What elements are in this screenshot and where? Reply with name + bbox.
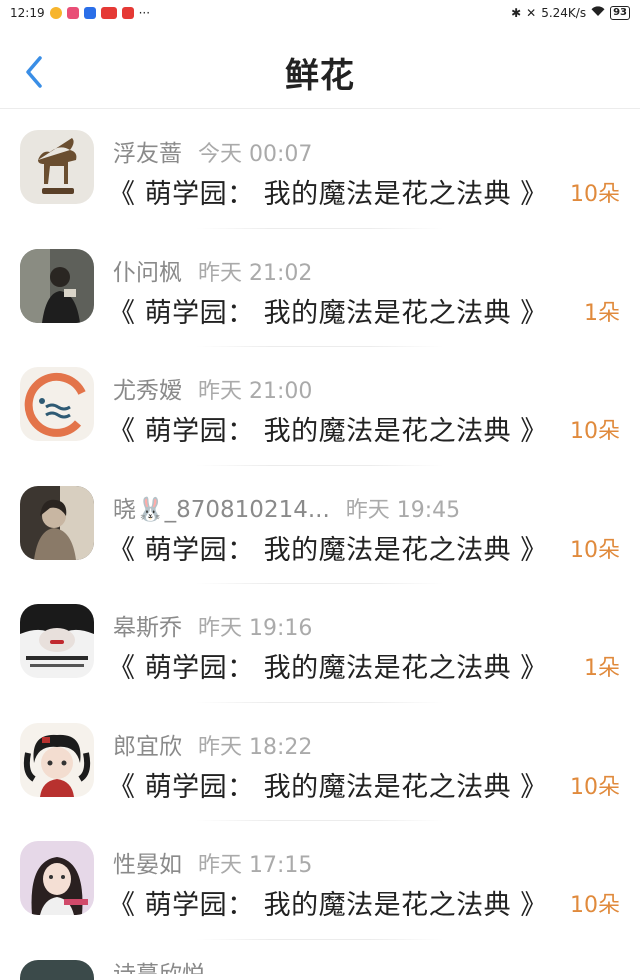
user-name-text: 仆问枫 [113,259,182,286]
list-item[interactable]: 晓🐰_870810214... 昨天 19:45 《 萌学园： 我的魔法是花之法典… [0,466,640,584]
list-item[interactable]: 性晏如 昨天 17:15 《 萌学园： 我的魔法是花之法典 》 10朵 [0,821,640,940]
book-title[interactable]: 《 萌学园： 我的魔法是花之法典 》 [108,646,548,685]
user-name-text: 郎宜欣 [113,733,182,760]
user-name: 仆问枫 昨天 21:02 [113,253,312,287]
user-name: 浮友蔷 今天 00:07 [113,134,312,168]
art-face-avatar[interactable] [20,604,94,678]
user-name-text: 晓🐰_870810214... [113,496,330,523]
book-title[interactable]: 《 萌学园： 我的魔法是花之法典 》 [108,409,548,448]
user-name-text: 皋斯乔 [113,615,182,641]
flower-amount: 10朵 [570,419,620,444]
record-time: 昨天 21:00 [198,379,313,404]
user-name: 尤秀嫒 昨天 21:00 [113,371,312,405]
header-bar: 鲜花 [0,26,640,109]
flower-amount: 10朵 [570,182,620,207]
flower-amount: 10朵 [570,893,620,918]
partial-user-name: 诗蔓欣悦 [113,960,205,974]
status-bar: 12:19 ··· ✱ ✕ 5.24K/s 93 [0,0,640,26]
user-name: 郎宜欣 昨天 18:22 [113,727,312,761]
flower-amount: 1朵 [584,656,620,681]
battery-icon: 93 [610,6,630,20]
book-title[interactable]: 《 萌学园： 我的魔法是花之法典 》 [108,528,548,567]
book-title[interactable]: 《 萌学园： 我的魔法是花之法典 》 [108,172,548,211]
flower-amount: 1朵 [584,300,620,326]
orange-ring-logo-avatar[interactable] [20,367,94,441]
flower-record-list: 浮友蔷 今天 00:07 《 萌学园： 我的魔法是花之法典 》 10朵 仆问枫 昨天… [0,110,640,940]
list-item[interactable]: 仆问枫 昨天 21:02 《 萌学园： 我的魔法是花之法典 》 1朵 [0,229,640,347]
more-notifications-icon: ··· [138,6,151,20]
list-item[interactable]: 郎宜欣 昨天 18:22 《 萌学园： 我的魔法是花之法典 》 10朵 [0,703,640,821]
record-time: 昨天 21:02 [198,260,313,286]
wifi-icon [591,6,605,20]
mute-icon: ✕ [526,6,537,20]
status-right: ✱ ✕ 5.24K/s 93 [511,6,630,20]
message-icon [83,7,96,19]
goat-statue-avatar[interactable] [20,130,94,204]
user-name: 性晏如 昨天 17:15 [113,845,312,879]
partial-avatar[interactable] [20,960,94,980]
book-title[interactable]: 《 萌学园： 我的魔法是花之法典 》 [108,883,548,922]
app-icon [100,7,117,19]
record-time: 昨天 19:45 [345,497,461,523]
record-time: 昨天 18:22 [198,734,313,760]
user-name-text: 性晏如 [113,852,182,878]
user-name: 晓🐰_870810214... 昨天 19:45 [113,490,460,524]
weibo-icon [49,7,62,19]
anime-girl-avatar[interactable] [20,722,94,797]
list-item[interactable]: 尤秀嫒 昨天 21:00 《 萌学园： 我的魔法是花之法典 》 10朵 [0,347,640,466]
status-time: 12:19 [10,6,45,20]
book-title[interactable]: 《 萌学园： 我的魔法是花之法典 》 [108,765,548,804]
flower-amount: 10朵 [570,537,620,563]
record-time: 今天 00:07 [198,142,313,167]
page-title: 鲜花 [285,56,355,96]
user-name: 皋斯乔 昨天 19:16 [113,608,312,642]
list-item[interactable]: 皋斯乔 昨天 19:16 《 萌学园： 我的魔法是花之法典 》 1朵 [0,584,640,703]
record-time: 昨天 17:15 [198,853,313,878]
divider [196,938,444,940]
user-name-text: 尤秀嫒 [113,378,182,404]
flower-amount: 10朵 [570,774,620,800]
app-icon [121,7,134,19]
list-item[interactable]: 浮友蔷 今天 00:07 《 萌学园： 我的魔法是花之法典 》 10朵 [0,110,640,229]
user-name-text: 浮友蔷 [113,141,182,167]
girl-photo-avatar[interactable] [20,841,94,915]
app-icon [66,7,79,19]
network-speed: 5.24K/s [541,6,587,20]
portrait-photo-avatar[interactable] [20,485,94,560]
record-time: 昨天 19:16 [198,616,313,641]
bluetooth-icon: ✱ [511,6,522,20]
status-left: 12:19 ··· [10,6,150,20]
book-title[interactable]: 《 萌学园： 我的魔法是花之法典 》 [108,291,548,330]
person-photo-avatar[interactable] [20,248,94,323]
